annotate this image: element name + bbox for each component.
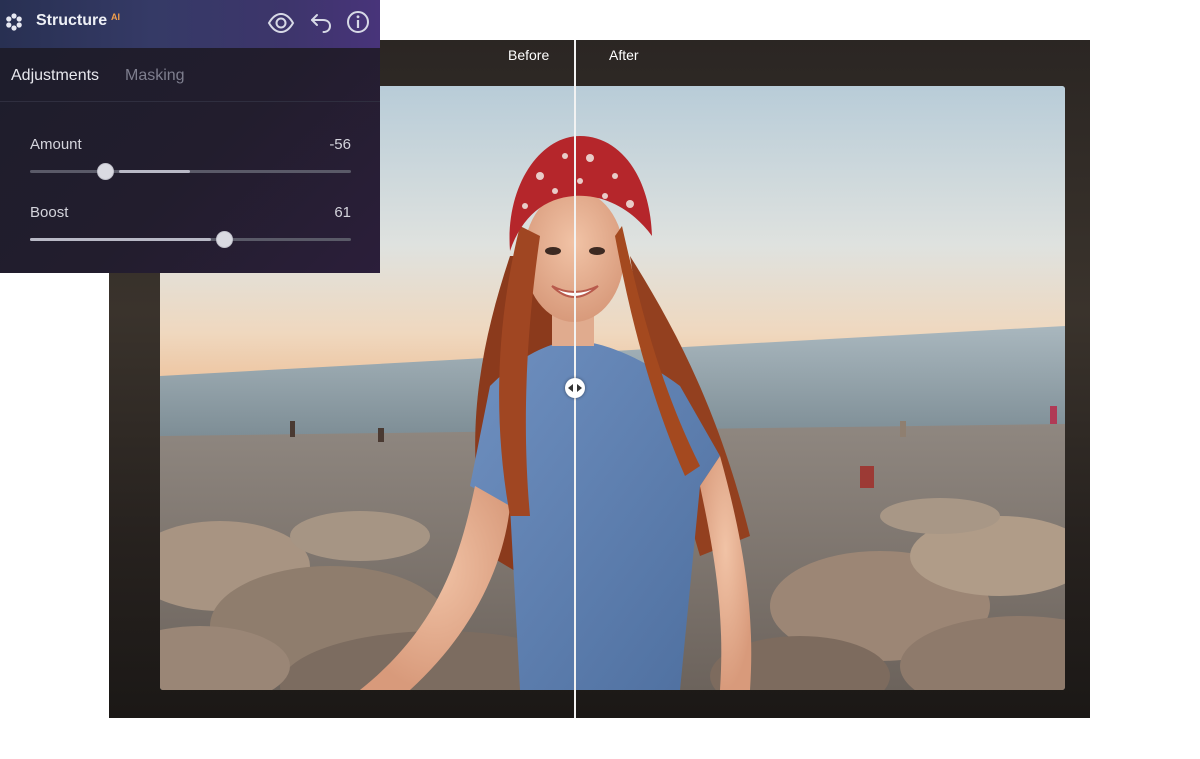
structure-icon xyxy=(6,13,22,31)
panel-title: Structure xyxy=(36,12,108,29)
after-label: After xyxy=(609,47,639,63)
before-label: Before xyxy=(508,47,550,63)
compare-divider-handle[interactable] xyxy=(565,378,585,398)
boost-slider-thumb[interactable] xyxy=(216,231,233,248)
drag-arrows-icon xyxy=(568,384,582,392)
boost-label: Boost xyxy=(30,204,69,221)
amount-slider-fill xyxy=(119,170,190,173)
ai-badge: AI xyxy=(111,12,120,22)
eye-icon[interactable] xyxy=(267,9,295,37)
panel-header: Structure AI xyxy=(0,0,380,48)
boost-value[interactable]: 61 xyxy=(334,204,351,221)
info-icon[interactable] xyxy=(344,9,372,37)
tab-masking[interactable]: Masking xyxy=(125,67,185,85)
amount-label: Amount xyxy=(30,136,82,153)
structure-panel: Structure AI Adjustments Masking Amount … xyxy=(0,0,380,273)
panel-tabs: Adjustments Masking xyxy=(0,48,380,102)
amount-value[interactable]: -56 xyxy=(329,136,351,153)
amount-slider[interactable] xyxy=(30,163,351,180)
boost-slider[interactable] xyxy=(30,231,351,248)
tab-adjustments[interactable]: Adjustments xyxy=(11,67,99,85)
undo-icon[interactable] xyxy=(308,9,336,37)
boost-slider-fill xyxy=(30,238,211,241)
amount-slider-thumb[interactable] xyxy=(97,163,114,180)
